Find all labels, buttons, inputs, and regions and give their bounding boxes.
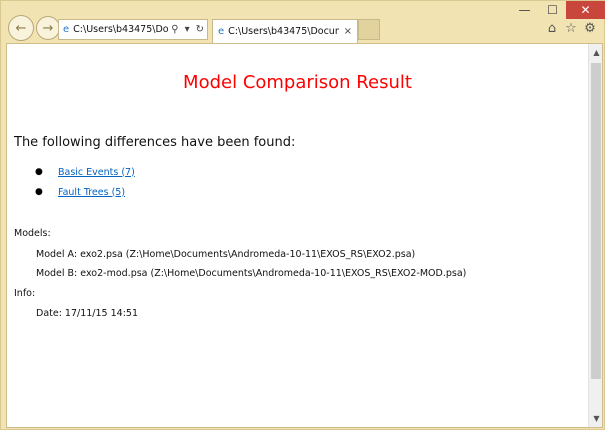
back-button[interactable]: ←: [8, 15, 34, 41]
ie-page-icon: e: [63, 24, 70, 35]
settings-gear-icon[interactable]: ⚙: [582, 21, 598, 36]
vertical-scrollbar[interactable]: ▲ ▼: [588, 44, 602, 427]
differences-list: ● Basic Events (7) ● Fault Trees (5): [35, 162, 135, 202]
favorites-icon[interactable]: ☆: [563, 21, 579, 36]
models-label: Models:: [14, 228, 51, 239]
refresh-icon[interactable]: ↻: [193, 24, 207, 35]
home-icon[interactable]: ⌂: [544, 21, 560, 36]
info-label: Info:: [14, 288, 36, 299]
address-dropdown-icon[interactable]: ▾: [182, 24, 193, 35]
maximize-button[interactable]: ☐: [539, 1, 566, 19]
tab-close-icon[interactable]: ×: [339, 26, 357, 37]
list-item: ● Fault Trees (5): [35, 182, 135, 202]
search-icon[interactable]: ⚲: [168, 24, 181, 35]
list-item: ● Basic Events (7): [35, 162, 135, 182]
basic-events-link[interactable]: Basic Events (7): [58, 167, 135, 178]
browser-toolbar: — ☐ ✕ ← → e C:\Users\b43475\Docur ⚲ ▾ ↻ …: [1, 1, 605, 43]
address-input[interactable]: C:\Users\b43475\Docur: [73, 24, 168, 35]
page-title: Model Comparison Result: [183, 72, 412, 93]
model-b-info: Model B: exo2-mod.psa (Z:\Home\Documents…: [36, 268, 467, 279]
new-tab-button[interactable]: [358, 19, 380, 40]
address-bar[interactable]: e C:\Users\b43475\Docur ⚲ ▾ ↻: [58, 19, 208, 40]
tab-active[interactable]: e C:\Users\b43475\Documen... ×: [212, 19, 358, 43]
back-arrow-icon: ←: [15, 20, 27, 36]
scroll-down-icon[interactable]: ▼: [589, 410, 602, 427]
differences-summary: The following differences have been foun…: [14, 135, 296, 150]
close-window-button[interactable]: ✕: [566, 1, 605, 19]
tab-title: C:\Users\b43475\Documen...: [228, 26, 338, 37]
minimize-button[interactable]: —: [511, 1, 538, 19]
fault-trees-link[interactable]: Fault Trees (5): [58, 187, 125, 198]
browser-window: — ☐ ✕ ← → e C:\Users\b43475\Docur ⚲ ▾ ↻ …: [0, 0, 605, 430]
bullet-icon: ●: [35, 187, 43, 197]
date-info: Date: 17/11/15 14:51: [36, 308, 138, 319]
model-a-info: Model A: exo2.psa (Z:\Home\Documents\And…: [36, 249, 416, 260]
forward-button[interactable]: →: [36, 16, 60, 40]
ie-tab-icon: e: [218, 26, 225, 37]
bullet-icon: ●: [35, 167, 43, 177]
scroll-up-icon[interactable]: ▲: [589, 44, 602, 61]
page-content: Model Comparison Result The following di…: [7, 44, 588, 427]
forward-arrow-icon: →: [42, 20, 54, 36]
scrollbar-thumb[interactable]: [591, 63, 601, 379]
page-viewport: Model Comparison Result The following di…: [6, 43, 603, 428]
